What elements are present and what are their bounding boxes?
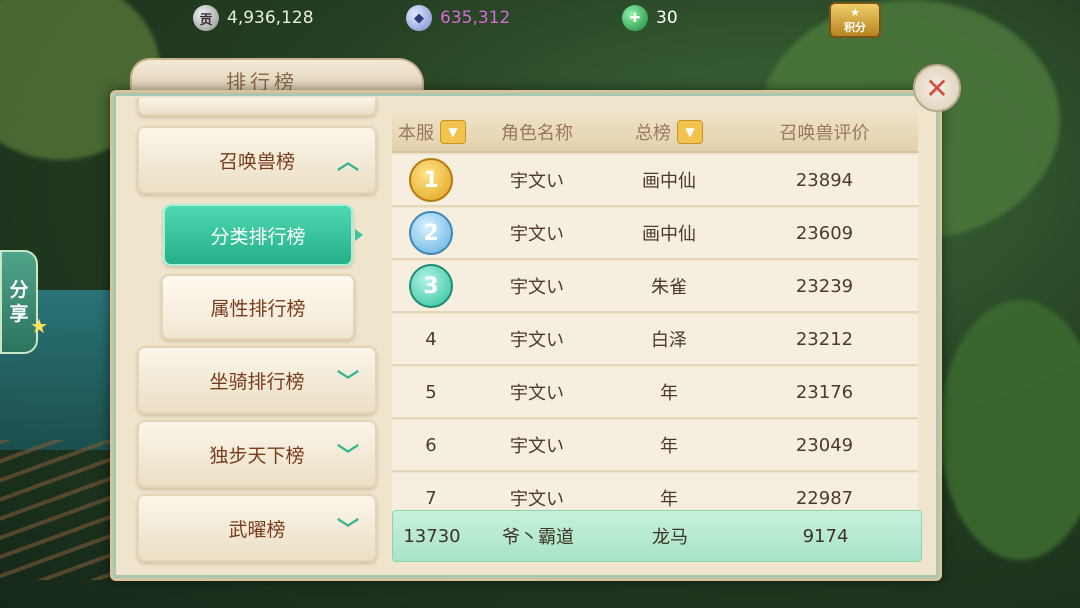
score-cell: 23239: [795, 275, 854, 297]
pet-cell: 画中仙: [642, 224, 696, 245]
bronze-medal-icon: 3: [409, 264, 453, 308]
submenu-attribute-ranking[interactable]: 属性排行榜: [161, 274, 355, 340]
menu-label-martial: 武曜榜: [228, 518, 286, 541]
close-button[interactable]: ✕: [913, 64, 961, 112]
ingot-resource: ◆ 635,312: [406, 4, 510, 32]
close-icon: ✕: [925, 71, 949, 105]
background-foliage-right: [940, 300, 1080, 560]
pet-cell: 年: [660, 436, 678, 457]
header-score: 召唤兽评价: [737, 113, 912, 151]
score-cell: 23894: [795, 169, 854, 191]
my-rank: 13730: [403, 525, 461, 547]
pet-cell: 年: [660, 383, 678, 404]
name-cell: 宇文い: [510, 171, 564, 192]
dropdown-icon[interactable]: ▼: [677, 120, 703, 144]
score-cell: 23049: [795, 434, 854, 456]
header-list[interactable]: 总榜 ▼: [607, 113, 731, 151]
score-cell: 23609: [795, 222, 854, 244]
jade-value: 30: [656, 8, 678, 28]
pet-cell: 朱雀: [651, 277, 687, 298]
table-row[interactable]: 1 宇文い 画中仙 23894: [392, 155, 918, 207]
menu-label-solo: 独步天下榜: [209, 444, 305, 467]
chevron-down-icon: ﹀: [336, 444, 359, 469]
rank-cell: 4: [425, 328, 437, 350]
header-server[interactable]: 本服 ▼: [392, 113, 472, 151]
menu-item-partial[interactable]: [137, 98, 377, 116]
table-row[interactable]: 3 宇文い 朱雀 23239: [392, 261, 918, 313]
my-pet: 龙马: [652, 527, 688, 548]
submenu-label-attribute: 属性排行榜: [210, 297, 306, 320]
background-bridge: [0, 440, 120, 580]
menu-item-mount[interactable]: 坐骑排行榜 ﹀: [137, 346, 377, 414]
chevron-down-icon: ﹀: [336, 370, 359, 395]
resource-bar: 贡 4,936,128 ◆ 635,312 ✚ 30 ★ 积分: [0, 0, 1080, 38]
menu-item-martial[interactable]: 武曜榜 ﹀: [137, 494, 377, 562]
share-button[interactable]: 分 享 ★: [0, 250, 48, 354]
header-name: 角色名称: [472, 113, 602, 151]
jade-resource: ✚ 30: [622, 4, 678, 32]
menu-item-solo[interactable]: 独步天下榜 ﹀: [137, 420, 377, 488]
score-cell: 23176: [795, 381, 854, 403]
header-label-name: 角色名称: [501, 123, 573, 144]
ranking-table: 本服 ▼ 角色名称 总榜 ▼ 召唤兽评价 1 宇文い 画中仙 23894 2 宇…: [392, 113, 922, 568]
ingot-icon: ◆: [406, 5, 432, 31]
header-label-score: 召唤兽评价: [779, 123, 870, 144]
table-row[interactable]: 6 宇文い 年 23049: [392, 420, 918, 472]
name-cell: 宇文い: [510, 224, 564, 245]
ingot-value: 635,312: [440, 8, 511, 28]
name-cell: 宇文い: [510, 436, 564, 457]
share-star-icon: ★: [30, 314, 48, 338]
my-ranking-row: 13730 爷丶霸道 龙马 9174: [392, 510, 922, 562]
rank-cell: 1: [392, 155, 470, 205]
table-row[interactable]: 2 宇文い 画中仙 23609: [392, 208, 918, 260]
points-button[interactable]: ★ 积分: [829, 2, 881, 38]
star-icon: ★: [850, 5, 860, 19]
my-score: 9174: [802, 525, 849, 547]
pet-cell: 画中仙: [642, 171, 696, 192]
points-label: 积分: [844, 20, 866, 34]
table-body[interactable]: 1 宇文い 画中仙 23894 2 宇文い 画中仙 23609 3 宇文い 朱雀…: [392, 155, 918, 523]
share-label-2: 享: [9, 303, 29, 325]
chevron-up-icon: ︿: [336, 150, 359, 175]
pet-cell: 白泽: [651, 330, 687, 351]
share-label-1: 分: [9, 279, 29, 301]
name-cell: 宇文い: [510, 330, 564, 351]
name-cell: 宇文い: [510, 383, 564, 404]
submenu-category-ranking[interactable]: 分类排行榜: [163, 204, 353, 266]
chevron-down-icon: ﹀: [336, 518, 359, 543]
my-name: 爷丶霸道: [502, 527, 574, 548]
rank-cell: 5: [425, 381, 437, 403]
leaderboard-menu: 召唤兽榜 ︿ 分类排行榜 属性排行榜 坐骑排行榜 ﹀ 独步天下榜 ﹀ 武曜榜 ﹀: [133, 98, 383, 568]
header-label-server: 本服: [398, 123, 434, 144]
dropdown-icon[interactable]: ▼: [440, 120, 466, 144]
jade-icon: ✚: [622, 5, 648, 31]
rank-cell: 6: [425, 434, 437, 456]
table-header: 本服 ▼ 角色名称 总榜 ▼ 召唤兽评价: [392, 113, 918, 153]
menu-item-summon[interactable]: 召唤兽榜 ︿: [137, 126, 377, 194]
silver-value: 4,936,128: [227, 8, 314, 28]
menu-label-summon: 召唤兽榜: [218, 150, 295, 173]
rank-cell: 2: [392, 208, 470, 258]
gold-medal-icon: 1: [409, 158, 453, 202]
silver-medal-icon: 2: [409, 211, 453, 255]
name-cell: 宇文い: [510, 277, 564, 298]
menu-label-mount: 坐骑排行榜: [209, 370, 305, 393]
silver-coin-icon: 贡: [193, 5, 219, 31]
silver-resource: 贡 4,936,128: [193, 4, 314, 32]
submenu-label-category: 分类排行榜: [210, 225, 306, 248]
score-cell: 23212: [795, 328, 854, 350]
rank-cell: 3: [392, 261, 470, 311]
table-row[interactable]: 5 宇文い 年 23176: [392, 367, 918, 419]
table-row[interactable]: 4 宇文い 白泽 23212: [392, 314, 918, 366]
header-label-list: 总榜: [635, 123, 671, 144]
